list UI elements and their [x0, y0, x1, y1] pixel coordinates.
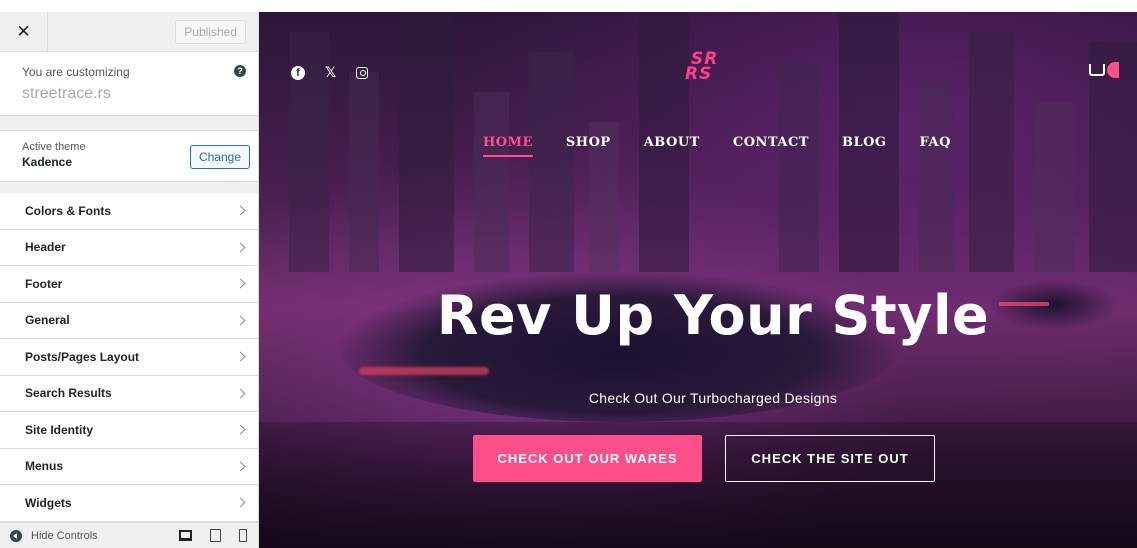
hide-controls-icon[interactable]	[10, 529, 22, 542]
section-gap	[0, 116, 258, 130]
menu-item-label: Footer	[25, 276, 63, 291]
site-logo[interactable]: SR RS	[685, 51, 718, 83]
active-theme-panel: Active theme Kadence Change	[0, 130, 258, 182]
menu-item-label: Colors & Fonts	[25, 203, 111, 218]
change-theme-button[interactable]: Change	[189, 145, 250, 169]
customizer-header: ✕ Published	[0, 12, 258, 52]
tablet-icon[interactable]	[210, 529, 221, 542]
chevron-right-icon	[235, 351, 246, 362]
mobile-icon[interactable]	[239, 529, 247, 542]
menu-item-general[interactable]: General	[0, 302, 258, 339]
menu-item-posts-pages-layout[interactable]: Posts/Pages Layout	[0, 339, 258, 376]
menu-item-label: Menus	[25, 459, 64, 474]
x-icon[interactable]: 𝕏	[325, 64, 336, 81]
section-gap	[0, 182, 258, 193]
site-name: streetrace.rs	[22, 85, 111, 102]
menu-item-search-results[interactable]: Search Results	[0, 375, 258, 412]
close-icon[interactable]: ✕	[0, 12, 48, 52]
main-navigation: HOME SHOP ABOUT CONTACT BLOG FAQ	[483, 135, 984, 157]
customizer-footer: Hide Controls	[0, 522, 258, 548]
chevron-right-icon	[235, 497, 246, 508]
cart-button[interactable]	[1089, 62, 1119, 78]
menu-item-label: Site Identity	[25, 422, 94, 437]
menu-item-colors-fonts[interactable]: Colors & Fonts	[0, 193, 258, 230]
customizer-sidebar: ✕ Published You are customizing streetra…	[0, 12, 259, 548]
nav-about[interactable]: ABOUT	[644, 135, 700, 157]
instagram-icon[interactable]	[356, 66, 369, 79]
logo-line-2: RS	[685, 64, 713, 84]
chevron-right-icon	[235, 424, 246, 435]
nav-shop[interactable]: SHOP	[566, 135, 611, 157]
hero-subtitle: Check Out Our Turbocharged Designs	[588, 390, 838, 406]
chevron-right-icon	[235, 315, 246, 326]
menu-item-label: Widgets	[25, 495, 72, 510]
menu-item-site-identity[interactable]: Site Identity	[0, 412, 258, 449]
desktop-icon[interactable]	[179, 530, 192, 541]
menu-item-header[interactable]: Header	[0, 229, 258, 266]
nav-faq[interactable]: FAQ	[920, 135, 951, 157]
help-icon[interactable]: ?	[234, 65, 246, 77]
menu-item-label: Header	[25, 240, 66, 255]
check-out-wares-button[interactable]: CHECK OUT OUR WARES	[473, 435, 702, 482]
nav-home[interactable]: HOME	[483, 135, 533, 157]
chevron-right-icon	[235, 461, 246, 472]
customizing-info: You are customizing streetrace.rs ?	[0, 52, 258, 116]
car-taillight	[359, 367, 489, 375]
menu-item-label: Search Results	[25, 386, 112, 401]
facebook-icon[interactable]: f	[291, 65, 305, 80]
hero-title: Rev Up Your Style	[436, 284, 990, 347]
published-button[interactable]: Published	[175, 19, 246, 44]
chevron-right-icon	[235, 278, 246, 289]
site-preview: f 𝕏 SR RS HOME SHOP ABOUT CONTACT BLOG F…	[259, 12, 1137, 548]
customizer-menu: Colors & Fonts Header Footer General Pos…	[0, 193, 258, 522]
social-links: f 𝕏	[291, 64, 369, 81]
device-preview-switcher	[179, 529, 247, 542]
hide-controls-button[interactable]: Hide Controls	[31, 530, 98, 542]
nav-contact[interactable]: CONTACT	[733, 135, 809, 157]
cart-badge	[1107, 62, 1119, 78]
menu-item-menus[interactable]: Menus	[0, 448, 258, 485]
menu-item-label: Posts/Pages Layout	[25, 349, 140, 364]
chevron-right-icon	[235, 242, 246, 253]
cart-icon	[1089, 64, 1105, 76]
menu-item-footer[interactable]: Footer	[0, 266, 258, 303]
chevron-right-icon	[235, 388, 246, 399]
chevron-right-icon	[235, 205, 246, 216]
menu-item-label: General	[25, 313, 70, 328]
check-site-out-button[interactable]: CHECK THE SITE OUT	[725, 435, 935, 482]
menu-item-widgets[interactable]: Widgets	[0, 485, 258, 522]
customizing-label: You are customizing	[22, 65, 130, 79]
nav-blog[interactable]: BLOG	[842, 135, 887, 157]
